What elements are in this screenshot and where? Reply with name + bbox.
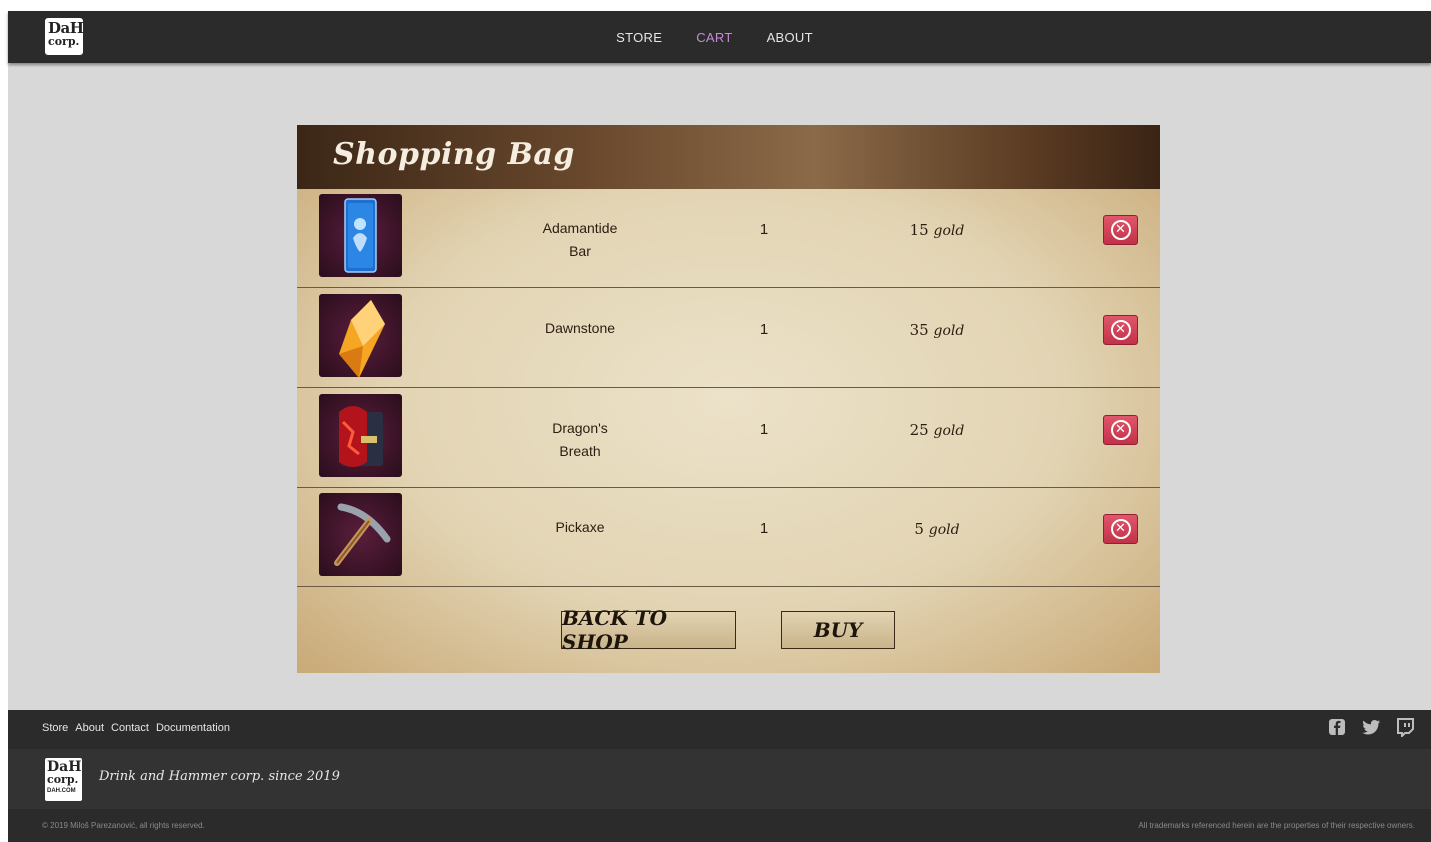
back-to-shop-button[interactable]: BACK TO SHOP	[561, 606, 736, 654]
remove-circle-x-icon: ✕	[1110, 519, 1131, 539]
tagline: Drink and Hammer corp. since 2019	[99, 769, 340, 784]
adamantide-bar-icon	[319, 194, 402, 277]
footer-link-documentation[interactable]: Documentation	[156, 722, 230, 734]
nav-about[interactable]: ABOUT	[767, 30, 813, 45]
pickaxe-icon	[319, 493, 402, 576]
item-name: Dragon's Breath	[552, 420, 608, 459]
footer-brand: DaH corp. DAH.COM Drink and Hammer corp.…	[8, 749, 1431, 809]
remove-circle-x-icon: ✕	[1110, 420, 1131, 440]
trademark-text: All trademarks referenced herein are the…	[1138, 821, 1415, 830]
page-title: Shopping Bag	[333, 137, 575, 172]
item-name: Adamantide Bar	[542, 220, 618, 259]
twitch-icon[interactable]	[1395, 717, 1415, 739]
dawnstone-crystal-icon	[319, 294, 402, 377]
footer-link-about[interactable]: About	[75, 722, 104, 734]
footer-logo[interactable]: DaH corp. DAH.COM	[45, 758, 82, 801]
cart-row: Pickaxe 1 5 gold ✕	[297, 488, 1160, 587]
nav-cart[interactable]: CART	[696, 30, 732, 45]
remove-circle-x-icon: ✕	[1110, 320, 1131, 340]
shopping-bag-panel: Shopping Bag Adamantide Bar 1 15 gold ✕ …	[297, 125, 1160, 673]
social-links	[1327, 717, 1415, 739]
remove-item-button[interactable]: ✕	[1103, 415, 1138, 445]
top-navbar: DaH corp. STORE CART ABOUT	[8, 11, 1431, 63]
cart-row: Dragon's Breath 1 25 gold ✕	[297, 389, 1160, 488]
item-name: Dawnstone	[544, 320, 616, 336]
footer-link-contact[interactable]: Contact	[111, 722, 149, 734]
item-quantity: 1	[759, 221, 769, 238]
footer-nav: Store About Contact Documentation	[42, 722, 230, 734]
dragons-breath-book-icon	[319, 394, 402, 477]
item-quantity: 1	[759, 421, 769, 438]
facebook-icon[interactable]	[1327, 717, 1347, 737]
buy-button[interactable]: BUY	[781, 611, 895, 649]
item-price: 15 gold	[909, 221, 965, 239]
main-nav: STORE CART ABOUT	[8, 11, 1431, 63]
footer-links-bar: Store About Contact Documentation	[8, 710, 1431, 749]
remove-item-button[interactable]: ✕	[1103, 215, 1138, 245]
nav-store[interactable]: STORE	[616, 30, 662, 45]
item-name: Pickaxe	[555, 519, 605, 535]
cart-row: Dawnstone 1 35 gold ✕	[297, 289, 1160, 388]
item-price: 25 gold	[909, 421, 965, 439]
item-quantity: 1	[759, 520, 769, 537]
remove-item-button[interactable]: ✕	[1103, 514, 1138, 544]
remove-item-button[interactable]: ✕	[1103, 315, 1138, 345]
item-quantity: 1	[759, 321, 769, 338]
footer-bottom: © 2019 Miloš Parezanović, all rights res…	[8, 809, 1431, 842]
cart-row: Adamantide Bar 1 15 gold ✕	[297, 189, 1160, 288]
page: DaH corp. STORE CART ABOUT Shopping Bag	[8, 11, 1431, 842]
item-price: 5 gold	[914, 520, 960, 538]
item-price: 35 gold	[909, 321, 965, 339]
remove-circle-x-icon: ✕	[1110, 220, 1131, 240]
footer-link-store[interactable]: Store	[42, 722, 68, 734]
twitter-icon[interactable]	[1361, 717, 1381, 737]
copyright-text: © 2019 Miloš Parezanović, all rights res…	[42, 821, 205, 830]
panel-header: Shopping Bag	[297, 125, 1160, 189]
